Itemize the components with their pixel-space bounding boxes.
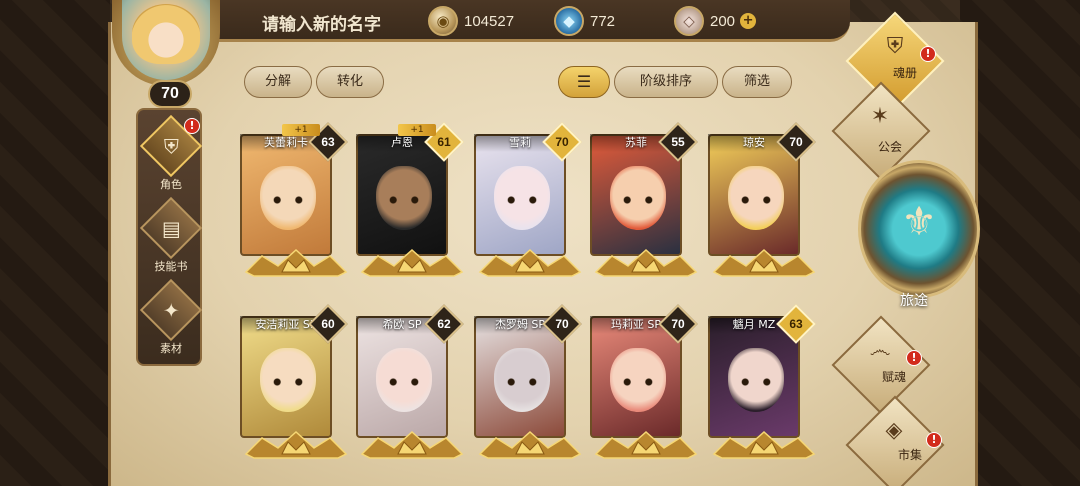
menu-label-guild: 公会 <box>877 140 902 154</box>
upgrade-plus-badge: +1 <box>282 124 320 136</box>
left-border <box>0 0 110 486</box>
menu-label-soul-book: 魂册 <box>892 66 917 80</box>
sort-order-button[interactable]: 阶级排序 <box>614 66 718 98</box>
journey-emblem-icon: ⚜ <box>901 199 937 245</box>
crystal-amount: 772 <box>590 12 616 30</box>
gem-stone-icon: ◇ <box>674 6 704 36</box>
nav-label: 角色 <box>160 178 182 191</box>
alert-badge: ! <box>926 432 942 448</box>
gem-amount: 200 <box>710 12 736 30</box>
menu-label-market: 市集 <box>897 448 922 462</box>
gem-currency: ◇ 200 + <box>674 6 757 36</box>
hero-eyes <box>738 378 774 386</box>
hero-eyes <box>270 378 306 386</box>
left-sidebar: ⛨ 角色 ! ▤ 技能书 ✦ 素材 <box>136 108 203 366</box>
avatar-portrait <box>132 4 200 64</box>
nav-item-skill-books[interactable]: ▤ 技能书 <box>139 196 203 274</box>
hero-card[interactable]: 玛莉亚 SP 70 <box>586 304 698 460</box>
sort-toggle-button[interactable]: ☰ <box>558 66 610 98</box>
hero-level: 55 <box>671 135 685 149</box>
blue-crystal-icon: ◆ <box>554 6 584 36</box>
hero-card[interactable]: 芙蕾莉卡 63 +1 <box>236 122 348 278</box>
nav-label: 素材 <box>160 342 182 355</box>
gold-amount: 104527 <box>464 12 515 30</box>
journey-button[interactable]: ⚜ <box>858 160 980 298</box>
helmet-icon: ⛨ <box>886 34 904 59</box>
hero-eyes <box>386 196 422 204</box>
sort-lines-icon: ☰ <box>576 72 592 91</box>
rank-crown-icon <box>594 248 698 277</box>
hero-card[interactable]: 希欧 SP 62 <box>352 304 464 460</box>
hero-eyes <box>504 378 540 386</box>
rank-crown-icon <box>244 430 348 459</box>
hero-eyes <box>270 196 306 204</box>
upgrade-plus-badge: +1 <box>398 124 436 136</box>
crystal-currency: ◆ 772 <box>554 6 615 36</box>
hero-card[interactable]: 卢恩 61 +1 <box>352 122 464 278</box>
hero-card[interactable]: 杰罗姆 SP 70 <box>470 304 582 460</box>
gold-coin-icon: ◉ <box>428 6 458 36</box>
decompose-button[interactable]: 分解 <box>244 66 312 98</box>
rank-crown-icon <box>478 248 582 277</box>
rank-crown-icon <box>360 430 464 459</box>
hero-level: 70 <box>671 317 685 331</box>
rank-crown-icon <box>244 248 348 277</box>
add-gem-button[interactable]: + <box>740 13 757 29</box>
market-gem-icon: ◈ <box>885 418 903 443</box>
guild-emblem-icon: ✶ <box>870 104 890 129</box>
hero-card[interactable]: 安洁莉亚 SP 60 <box>236 304 348 460</box>
rank-crown-icon <box>712 430 816 459</box>
hero-card[interactable]: 琼安 70 <box>704 122 816 278</box>
player-name[interactable]: 请输入新的名字 <box>262 10 381 35</box>
rank-crown-icon <box>360 248 464 277</box>
player-level: 70 <box>148 80 192 108</box>
nav-label: 技能书 <box>154 260 188 273</box>
soul-swirl-icon: ෴ <box>869 338 891 363</box>
skill-book-icon: ▤ <box>139 196 203 260</box>
hero-level: 70 <box>555 317 569 331</box>
hero-eyes <box>738 196 774 204</box>
menu-label-soul-infuse: 赋魂 <box>881 370 906 384</box>
hero-card[interactable]: 苏菲 55 <box>586 122 698 278</box>
gold-currency: ◉ 104527 <box>428 6 514 36</box>
alert-badge: ! <box>906 350 922 366</box>
rank-crown-icon <box>712 248 816 277</box>
rank-crown-icon <box>478 430 582 459</box>
hero-card[interactable]: 魑月 MZ 63 <box>704 304 816 460</box>
hero-eyes <box>504 196 540 204</box>
hero-level: 70 <box>789 135 803 149</box>
filter-button[interactable]: 筛选 <box>722 66 792 98</box>
hero-eyes <box>620 196 656 204</box>
journey-label: 旅途 <box>900 293 928 309</box>
hero-eyes <box>620 378 656 386</box>
rank-crown-icon <box>594 430 698 459</box>
nav-item-materials[interactable]: ✦ 素材 <box>139 278 203 356</box>
hero-eyes <box>386 378 422 386</box>
hero-card[interactable]: 雪莉 70 <box>470 122 582 278</box>
hero-level: 63 <box>789 317 803 331</box>
hero-level: 70 <box>555 135 569 149</box>
nav-item-characters[interactable]: ⛨ 角色 ! <box>139 114 203 192</box>
alert-badge: ! <box>920 46 936 62</box>
hero-level: 62 <box>437 317 451 331</box>
convert-button[interactable]: 转化 <box>316 66 384 98</box>
material-icon: ✦ <box>139 278 203 342</box>
hero-level: 60 <box>321 317 335 331</box>
alert-badge: ! <box>184 118 200 134</box>
